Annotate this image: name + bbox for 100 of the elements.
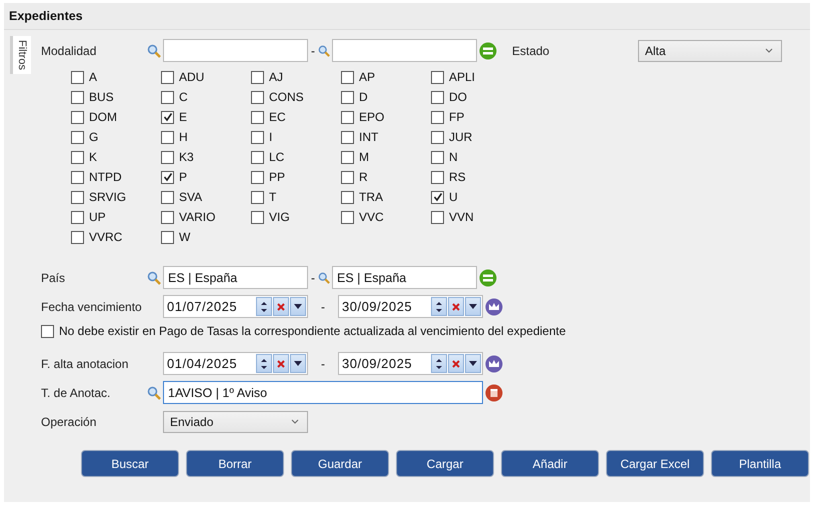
checkbox[interactable] (341, 210, 354, 224)
date-field[interactable]: 30/09/2025 (338, 295, 483, 318)
checkbox[interactable] (71, 170, 84, 184)
dropdown-button[interactable] (465, 297, 481, 316)
checkbox[interactable] (161, 110, 174, 124)
checkbox[interactable] (161, 230, 174, 244)
clear-button[interactable] (273, 297, 289, 316)
checkbox[interactable] (341, 110, 354, 124)
spin-button[interactable] (431, 297, 447, 316)
input-field[interactable]: ES | España (332, 266, 477, 289)
checkbox-label: VARIO (179, 210, 216, 224)
spin-button[interactable] (256, 297, 272, 316)
input-field[interactable]: 1AVISO | 1º Aviso (163, 381, 483, 404)
date-field[interactable]: 30/09/2025 (338, 352, 483, 375)
checkbox[interactable] (71, 130, 84, 144)
search-icon[interactable] (318, 270, 330, 284)
chevron-down-icon (765, 48, 773, 53)
spin-button[interactable] (431, 354, 447, 373)
checkbox[interactable] (251, 90, 264, 104)
field-label: Operación (41, 414, 98, 428)
checkbox[interactable] (71, 110, 84, 124)
clear-button[interactable] (448, 354, 464, 373)
checkbox[interactable] (431, 210, 444, 224)
date-field[interactable]: 01/07/2025 (163, 295, 308, 318)
checkbox[interactable] (431, 90, 444, 104)
checkbox-label: T (269, 190, 276, 204)
dropdown-button[interactable] (465, 354, 481, 373)
input-field[interactable]: ES | España (163, 266, 308, 289)
checkbox[interactable] (71, 150, 84, 164)
checkbox[interactable] (431, 190, 444, 204)
dropdown-button[interactable] (290, 297, 306, 316)
checkbox[interactable] (71, 190, 84, 204)
action-button[interactable]: Cargar (396, 450, 494, 477)
checkbox[interactable] (251, 70, 264, 84)
clear-button[interactable] (448, 297, 464, 316)
checkbox[interactable] (71, 230, 84, 244)
checkbox[interactable] (341, 90, 354, 104)
operacion-select[interactable]: Enviado (163, 410, 308, 432)
action-button[interactable]: Cargar Excel (606, 450, 704, 477)
checkbox-label: I (269, 130, 272, 144)
crown-icon[interactable] (485, 354, 503, 372)
checkbox[interactable] (251, 170, 264, 184)
checkbox-label: EPO (359, 110, 384, 124)
checkbox[interactable] (431, 170, 444, 184)
checkbox[interactable] (161, 210, 174, 224)
checkbox[interactable] (341, 170, 354, 184)
checkbox[interactable] (341, 190, 354, 204)
action-button[interactable]: Añadir (501, 450, 599, 477)
page-title: Expedientes (9, 9, 83, 23)
crown-icon[interactable] (485, 298, 503, 316)
action-button[interactable]: Guardar (291, 450, 389, 477)
checkbox[interactable] (251, 190, 264, 204)
checkbox[interactable] (341, 70, 354, 84)
checkbox[interactable] (341, 130, 354, 144)
up-down-arrows-icon (260, 300, 268, 312)
checkbox[interactable] (41, 324, 54, 338)
checkbox[interactable] (161, 90, 174, 104)
checkbox[interactable] (71, 90, 84, 104)
checkbox-label: D (359, 90, 368, 104)
checkbox-label: JUR (449, 130, 472, 144)
checkbox[interactable] (161, 130, 174, 144)
checkbox[interactable] (251, 210, 264, 224)
checkbox[interactable] (431, 110, 444, 124)
checkbox-label: APLI (449, 70, 476, 84)
dropdown-button[interactable] (290, 354, 306, 373)
clear-button[interactable] (273, 354, 289, 373)
action-button[interactable]: Borrar (186, 450, 284, 477)
checkbox-label: AJ (269, 70, 284, 84)
estado-select[interactable]: Alta (638, 40, 782, 62)
checkbox[interactable] (251, 130, 264, 144)
checkbox[interactable] (341, 150, 354, 164)
checkbox[interactable] (251, 150, 264, 164)
equals-icon[interactable] (479, 268, 497, 286)
equals-icon[interactable] (479, 42, 497, 60)
action-button[interactable]: Buscar (81, 450, 179, 477)
spin-button[interactable] (256, 354, 272, 373)
checkbox-label: E (179, 110, 188, 124)
input-field[interactable] (163, 39, 308, 62)
checkbox-label: BUS (89, 90, 114, 104)
checkbox[interactable] (161, 70, 174, 84)
checkbox[interactable] (431, 130, 444, 144)
action-button[interactable]: Plantilla (711, 450, 809, 477)
checkbox[interactable] (431, 70, 444, 84)
search-icon[interactable] (147, 386, 161, 400)
search-icon[interactable] (318, 44, 330, 58)
checkbox-label: ADU (179, 70, 204, 84)
checkbox[interactable] (161, 190, 174, 204)
checkbox-label: INT (359, 130, 378, 144)
side-tab[interactable]: Filtros (10, 36, 31, 74)
checkbox[interactable] (71, 70, 84, 84)
checkbox[interactable] (71, 210, 84, 224)
search-icon[interactable] (147, 44, 161, 58)
input-field[interactable] (332, 39, 477, 62)
checkbox[interactable] (431, 150, 444, 164)
up-down-arrows-icon (435, 358, 443, 370)
checkbox[interactable] (161, 150, 174, 164)
date-field[interactable]: 01/04/2025 (163, 352, 308, 375)
checkbox[interactable] (161, 170, 174, 184)
search-icon[interactable] (147, 270, 161, 284)
checkbox[interactable] (251, 110, 264, 124)
